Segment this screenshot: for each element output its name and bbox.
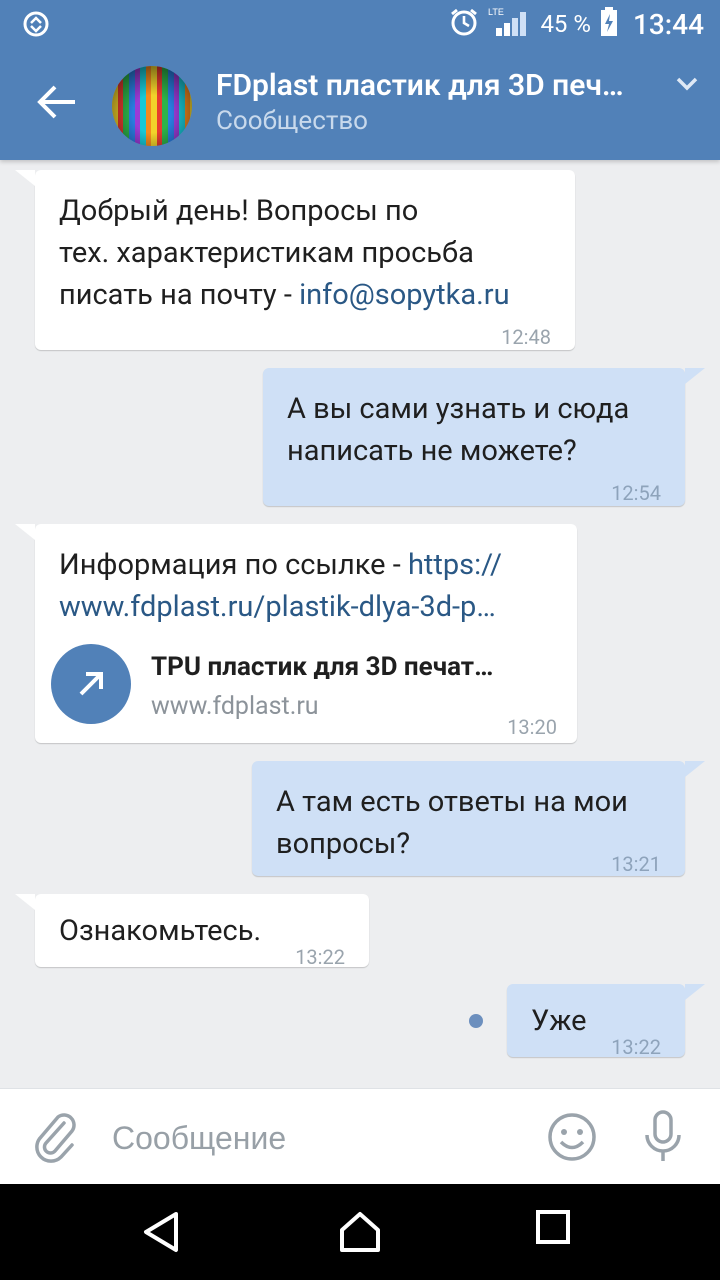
message-text: Уже [531,1004,587,1038]
message-bubble-outgoing[interactable]: А вы сами узнать и сюда написать не може… [263,368,705,506]
community-avatar[interactable] [112,66,192,146]
message-time: 13:22 [295,945,345,969]
message-input[interactable] [110,1109,524,1167]
unread-indicator [469,1014,483,1028]
svg-text:LTE: LTE [488,7,504,17]
lte-signal-icon: LTE [488,6,528,42]
chat-subtitle: Сообщество [216,106,369,136]
system-nav-bar [0,1184,720,1280]
status-time: 13:44 [632,7,704,41]
nav-home-icon[interactable] [338,1210,382,1258]
message-text: Ознакомьтесь. [59,914,262,948]
paperclip-icon[interactable] [34,1111,78,1167]
battery-icon [599,6,619,42]
sync-icon [22,10,50,42]
message-list[interactable]: Добрый день! Вопросы по тех. характерист… [0,160,720,1088]
chat-title[interactable]: FDplast пластик для 3D печ… [216,68,624,103]
message-bubble-incoming[interactable]: Информация по ссылке - https:// www.fdpl… [15,524,577,743]
chat-header: FDplast пластик для 3D печ… Сообщество [0,48,720,160]
arrow-left-icon [37,85,75,119]
chevron-down-icon[interactable] [676,76,698,95]
message-time: 12:54 [611,481,661,505]
alarm-icon [448,6,480,42]
link-preview-title: TPU пластик для 3D печат… [151,652,494,682]
emoji-icon[interactable] [546,1111,598,1167]
message-text: А там есть ответы на мои вопросы? [276,785,628,861]
message-time: 13:21 [611,852,661,876]
message-time: 13:22 [611,1035,661,1059]
url-link[interactable]: https:// [408,548,502,582]
nav-recents-icon[interactable] [536,1210,570,1248]
battery-percent: 45 % [540,10,591,38]
email-link[interactable]: info@sopytka.ru [299,278,510,312]
message-text: Информация по ссылке - https:// www.fdpl… [59,544,502,628]
nav-back-icon[interactable] [140,1210,180,1258]
message-time: 13:20 [507,715,557,739]
message-text: Добрый день! Вопросы по тех. характерист… [59,194,510,312]
back-button[interactable] [30,76,82,128]
message-bubble-outgoing[interactable]: Уже 13:22 [507,984,705,1059]
message-bubble-incoming[interactable]: Добрый день! Вопросы по тех. характерист… [15,170,575,350]
external-link-icon [51,644,131,724]
message-bubble-outgoing[interactable]: А там есть ответы на мои вопросы? 13:21 [252,761,705,876]
message-time: 12:48 [501,325,551,349]
message-text: А вы сами узнать и сюда написать не може… [287,392,630,468]
message-bubble-incoming[interactable]: Ознакомьтесь. 13:22 [15,894,369,969]
status-bar: LTE 45 % 13:44 [0,0,720,48]
top-bar: LTE 45 % 13:44 FDplast пластик для 3D пе… [0,0,720,160]
link-preview-url: www.fdplast.ru [151,692,319,721]
message-composer [0,1088,720,1185]
link-preview-card[interactable]: TPU пластик для 3D печат… www.fdplast.ru [51,644,571,724]
microphone-icon[interactable] [640,1109,686,1169]
url-link[interactable]: www.fdplast.ru/plastik-dlya-3d-p… [59,586,502,628]
